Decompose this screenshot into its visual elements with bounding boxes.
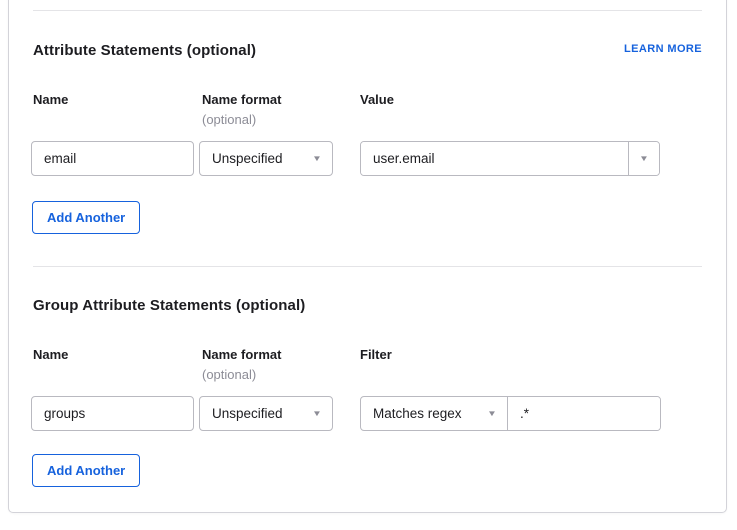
column-note-optional: (optional) [202, 112, 256, 127]
column-header-name-format: Name format [202, 92, 281, 107]
group-filter-type-selected-value: Matches regex [373, 406, 462, 421]
section-divider [33, 266, 702, 267]
chevron-down-icon: ▼ [312, 155, 322, 163]
column-header-filter: Filter [360, 347, 392, 362]
attr-value-combobox: ▼ [360, 141, 660, 176]
group-filter-group: Matches regex ▼ [360, 396, 661, 431]
group-name-input[interactable] [31, 396, 194, 431]
chevron-down-icon: ▼ [639, 155, 649, 163]
section-title-attribute-statements: Attribute Statements (optional) [33, 42, 256, 59]
attr-value-input[interactable] [361, 142, 628, 175]
attr-name-format-selected-value: Unspecified [212, 151, 283, 166]
column-note-optional: (optional) [202, 367, 256, 382]
attr-value-dropdown-button[interactable]: ▼ [628, 142, 659, 175]
add-another-attribute-button[interactable]: Add Another [32, 201, 140, 234]
learn-more-link[interactable]: LEARN MORE [624, 43, 702, 55]
group-name-format-select[interactable]: Unspecified ▼ [199, 396, 333, 431]
section-title-group-attribute-statements: Group Attribute Statements (optional) [33, 297, 305, 314]
column-header-name-format: Name format [202, 347, 281, 362]
saml-settings-page: Attribute Statements (optional) LEARN MO… [0, 0, 737, 530]
add-another-group-attribute-button[interactable]: Add Another [32, 454, 140, 487]
column-header-value: Value [360, 92, 394, 107]
group-filter-type-select[interactable]: Matches regex ▼ [361, 397, 508, 430]
attr-name-format-select[interactable]: Unspecified ▼ [199, 141, 333, 176]
column-header-name: Name [33, 347, 68, 362]
top-divider [33, 10, 702, 11]
group-name-field-wrap [31, 396, 194, 431]
attr-name-input[interactable] [31, 141, 194, 176]
group-filter-value-input[interactable] [508, 397, 660, 430]
chevron-down-icon: ▼ [487, 410, 497, 418]
chevron-down-icon: ▼ [312, 410, 322, 418]
column-header-name: Name [33, 92, 68, 107]
group-name-format-selected-value: Unspecified [212, 406, 283, 421]
attr-name-field-wrap [31, 141, 194, 176]
attribute-statements-card [8, 0, 727, 513]
